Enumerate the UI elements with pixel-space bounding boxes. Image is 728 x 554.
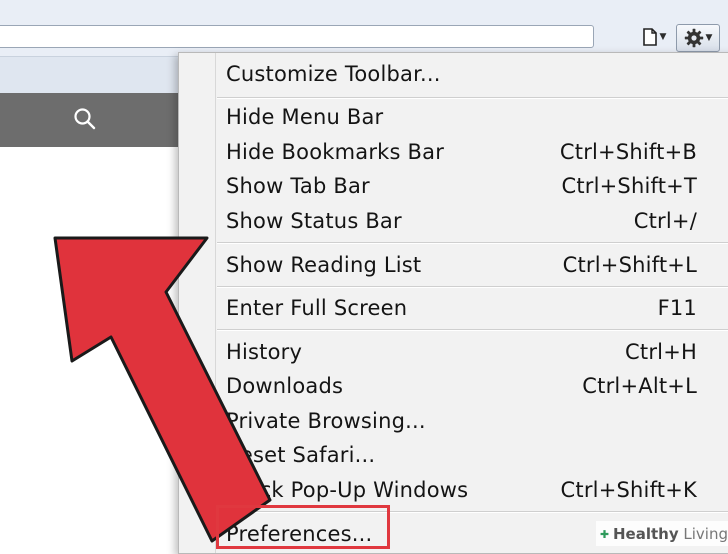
watermark-text: Healthy Living xyxy=(613,525,728,543)
plus-icon xyxy=(600,529,609,538)
watermark-brand-rest: Living xyxy=(678,524,728,543)
preferences-highlight-box xyxy=(216,505,390,549)
pointer-arrow-annotation xyxy=(53,236,272,543)
watermark-brand-bold: Healthy xyxy=(613,524,679,543)
watermark: Healthy Living xyxy=(596,521,728,546)
